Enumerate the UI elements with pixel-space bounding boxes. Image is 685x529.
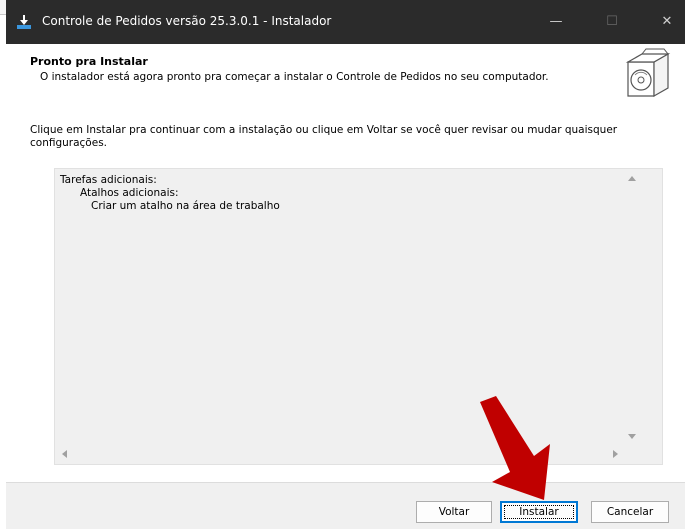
software-box-icon <box>625 48 671 98</box>
cancel-button[interactable]: Cancelar <box>591 501 669 523</box>
minimize-button[interactable]: — <box>533 0 579 44</box>
install-icon <box>17 15 31 29</box>
scroll-up-arrow-icon[interactable] <box>628 176 636 181</box>
instructions-text: Clique em Instalar pra continuar com a i… <box>30 124 618 149</box>
memo-line: Criar um atalho na área de trabalho <box>91 200 280 212</box>
page-title: Pronto pra Instalar <box>30 55 148 68</box>
back-button[interactable]: Voltar <box>416 501 492 523</box>
back-button-label: Voltar <box>438 506 470 518</box>
scroll-left-arrow-icon[interactable] <box>62 450 67 458</box>
focus-rect <box>504 505 574 519</box>
installer-window: Controle de Pedidos versão 25.3.0.1 - In… <box>6 0 685 529</box>
close-button[interactable]: ✕ <box>644 0 685 44</box>
cancel-button-label: Cancelar <box>606 506 654 518</box>
wizard-header: Pronto pra Instalar O instalador está ag… <box>6 44 685 110</box>
scroll-right-arrow-icon[interactable] <box>613 450 618 458</box>
maximize-button[interactable]: ☐ <box>589 0 635 44</box>
memo-line: Tarefas adicionais: <box>60 174 157 186</box>
title-bar[interactable]: Controle de Pedidos versão 25.3.0.1 - In… <box>6 0 685 44</box>
install-button[interactable]: Instalar <box>500 501 578 523</box>
page-subtitle: O instalador está agora pronto pra começ… <box>40 71 549 83</box>
arrow-pointer-icon <box>480 396 550 500</box>
window-title: Controle de Pedidos versão 25.3.0.1 - In… <box>42 14 332 28</box>
scroll-down-arrow-icon[interactable] <box>628 434 636 439</box>
memo-line: Atalhos adicionais: <box>80 187 179 199</box>
